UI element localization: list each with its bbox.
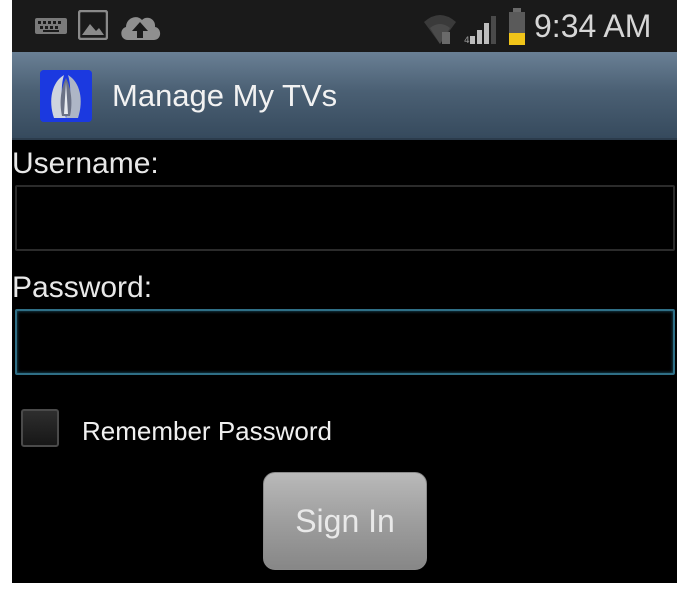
wifi-icon: [424, 15, 456, 44]
app-icon[interactable]: [40, 70, 92, 122]
sign-in-button[interactable]: Sign In: [263, 472, 427, 570]
cloud-upload-icon: [121, 17, 161, 40]
remember-password-label: Remember Password: [82, 416, 332, 446]
username-field[interactable]: [15, 185, 675, 251]
app-logo-icon: [40, 70, 92, 122]
page-title: Manage My TVs: [112, 78, 338, 113]
app-screen: 4 9:34 AM Manage My TVs Username: Passwo…: [12, 0, 677, 583]
password-field[interactable]: [15, 309, 675, 375]
battery-icon: [509, 8, 525, 45]
username-label: Username:: [12, 147, 159, 180]
keyboard-icon: [35, 18, 67, 34]
password-label: Password:: [12, 271, 153, 304]
action-bar: Manage My TVs: [12, 52, 677, 140]
status-bar: 4 9:34 AM: [12, 0, 677, 52]
remember-password-checkbox[interactable]: [21, 409, 59, 447]
status-time: 9:34 AM: [534, 8, 652, 44]
svg-text:4: 4: [464, 36, 470, 44]
image-icon: [78, 10, 108, 40]
signal-icon: 4: [464, 16, 496, 44]
